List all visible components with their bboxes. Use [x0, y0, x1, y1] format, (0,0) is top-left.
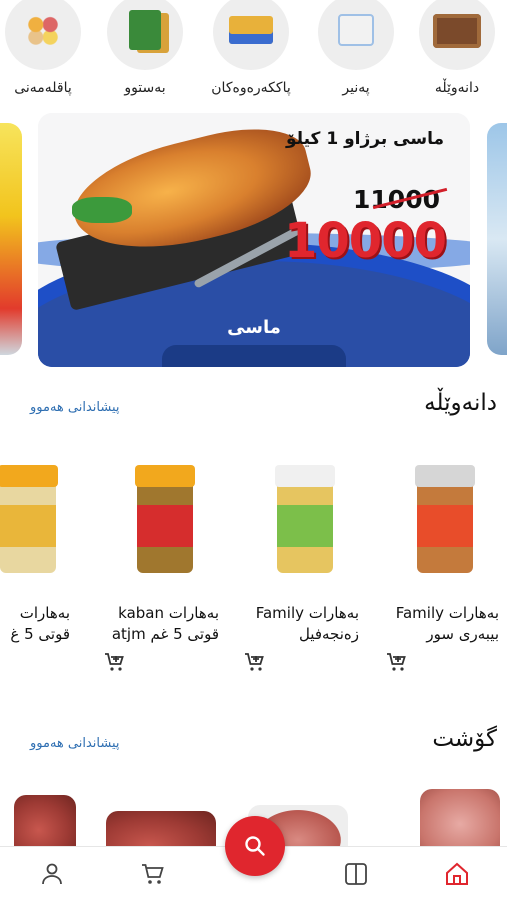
category-cheese[interactable]: پەنیر	[311, 0, 401, 96]
category-label: دانەوێڵە	[434, 80, 480, 96]
home-icon[interactable]	[444, 861, 470, 887]
legumes-icon	[5, 0, 81, 70]
promo-carousel[interactable]: ماسی برژاو 1 کیلۆ 11000 10000 ماسی	[0, 113, 507, 368]
category-label: پاقلەمەنی	[14, 80, 72, 96]
category-frozen[interactable]: بەستوو	[100, 0, 190, 96]
product-card[interactable]: بەهارات Family بیبەری سور	[377, 455, 507, 675]
section-title: دانەوێڵە	[424, 390, 497, 416]
search-button[interactable]	[225, 816, 285, 876]
add-to-cart-icon[interactable]	[243, 651, 267, 673]
category-cleaning[interactable]: پاککەرەوەکان	[206, 0, 296, 96]
section-title: گۆشت	[432, 726, 497, 752]
new-price: 10000	[284, 213, 447, 269]
product-name: بەهارات قوتی 5 غ	[10, 604, 70, 643]
product-image[interactable]	[420, 789, 500, 847]
cleaning-products-icon	[213, 0, 289, 70]
product-name: بەهارات Family بیبەری سور	[395, 604, 499, 643]
grains-icon	[419, 0, 495, 70]
product-image[interactable]	[14, 795, 76, 847]
product-name: بەهارات Family زەنجەفیل	[255, 604, 359, 643]
next-banner-peek[interactable]	[487, 123, 507, 355]
add-to-cart-icon[interactable]	[103, 651, 127, 673]
category-row: پاقلەمەنی بەستوو پاککەرەوەکان پەنیر دانە…	[0, 0, 507, 105]
category-grains[interactable]: دانەوێڵە	[412, 0, 502, 96]
product-image	[397, 465, 487, 575]
category-label: پاککەرەوەکان	[211, 80, 291, 96]
search-icon	[245, 836, 265, 856]
promo-banner[interactable]: ماسی برژاو 1 کیلۆ 11000 10000 ماسی	[38, 113, 470, 367]
product-image[interactable]	[106, 811, 216, 847]
prev-banner-peek[interactable]	[0, 123, 22, 355]
category-label: بەستوو	[124, 80, 166, 96]
cheese-icon	[318, 0, 394, 70]
see-all-link[interactable]: پیشاندانی هەموو	[30, 400, 120, 415]
product-card[interactable]: بەهارات Family زەنجەفیل	[237, 455, 367, 675]
profile-icon[interactable]	[39, 861, 65, 887]
product-name: بەهارات kaban قوتی 5 غم atjm	[111, 604, 219, 643]
frozen-food-icon	[107, 0, 183, 70]
product-carousel[interactable]: بەهارات Family بیبەری سور بەهارات Family…	[0, 455, 507, 685]
product-image	[257, 465, 347, 575]
product-image	[0, 465, 70, 575]
see-all-link[interactable]: پیشاندانی هەموو	[30, 736, 120, 751]
section-header-meat: گۆشت پیشاندانی هەموو	[0, 726, 507, 766]
promo-title: ماسی برژاو 1 کیلۆ	[286, 129, 444, 149]
banner-caption: ماسی	[227, 317, 281, 338]
product-card[interactable]: بەهارات kaban قوتی 5 غم atjm	[97, 455, 227, 675]
add-to-cart-icon[interactable]	[385, 651, 409, 673]
category-legumes[interactable]: پاقلەمەنی	[0, 0, 88, 96]
cart-icon[interactable]	[140, 861, 166, 887]
category-label: پەنیر	[342, 80, 370, 96]
section-header-grains: دانەوێڵە پیشاندانی هەموو	[0, 390, 507, 430]
product-image	[117, 465, 207, 575]
product-card[interactable]: بەهارات قوتی 5 غ	[0, 455, 70, 675]
categories-icon[interactable]	[343, 861, 369, 887]
